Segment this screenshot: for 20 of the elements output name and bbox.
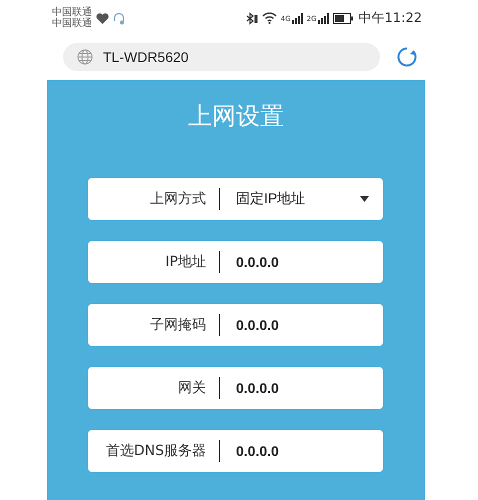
signal-icon xyxy=(292,12,303,24)
wifi-icon xyxy=(262,12,277,24)
input-field[interactable]: 首选DNS服务器 0.0.0.0 xyxy=(88,430,383,472)
panel-title: 上网设置 xyxy=(187,101,285,132)
carrier-name: 中国联通 xyxy=(52,18,92,29)
address-field[interactable]: TL-WDR5620 xyxy=(63,43,380,71)
heart-icon xyxy=(96,12,109,24)
carrier-name: 中国联通 xyxy=(52,7,92,18)
battery-icon xyxy=(332,12,353,24)
headset-icon xyxy=(113,12,125,24)
select-field[interactable]: 上网方式 固定IP地址 xyxy=(88,178,383,220)
bluetooth-icon xyxy=(246,12,258,24)
clock-time: 中午11:22 xyxy=(358,10,422,27)
signal-icon xyxy=(318,12,329,24)
input-field[interactable]: 子网掩码 0.0.0.0 xyxy=(88,304,383,346)
input-field[interactable]: 网关 0.0.0.0 xyxy=(88,367,383,409)
globe-icon xyxy=(77,49,93,65)
input-field[interactable]: IP地址 0.0.0.0 xyxy=(88,241,383,283)
refresh-icon[interactable] xyxy=(396,46,418,68)
caret-icon xyxy=(360,196,369,202)
